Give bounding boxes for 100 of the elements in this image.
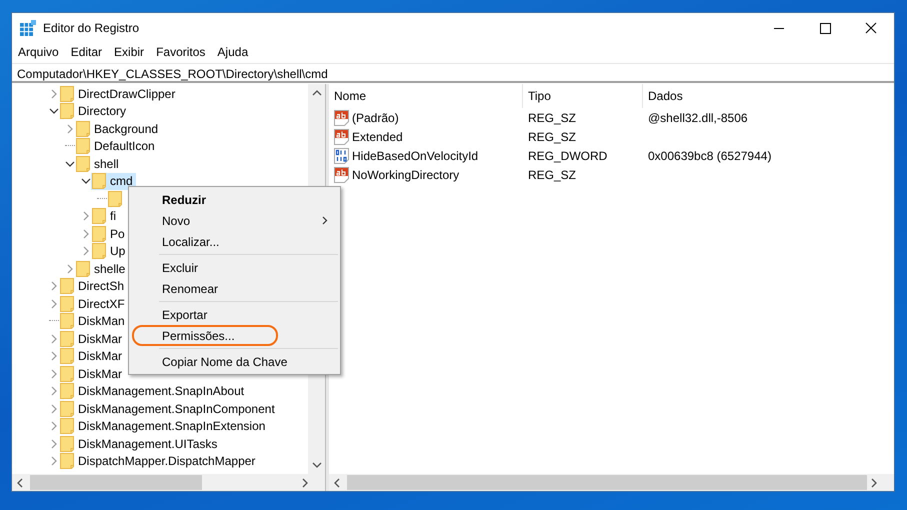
- menu-item[interactable]: Ajuda: [217, 45, 248, 59]
- chevron-right-icon[interactable]: [49, 368, 59, 379]
- horizontal-scrollbar[interactable]: [329, 474, 894, 491]
- tree-item[interactable]: DiskManagement.SnapInComponent: [59, 400, 278, 418]
- scroll-up-icon[interactable]: [312, 89, 322, 97]
- value-name[interactable]: (Padrão): [352, 110, 399, 124]
- chevron-right-icon[interactable]: [49, 456, 59, 466]
- folder-icon: [92, 226, 106, 242]
- string-value-icon: [334, 166, 350, 182]
- chevron-right-icon[interactable]: [81, 211, 91, 222]
- tree-item[interactable]: Directory: [59, 102, 130, 120]
- menu-item[interactable]: Reduzir: [129, 189, 340, 210]
- folder-icon: [60, 400, 74, 417]
- chevron-right-icon[interactable]: [49, 404, 59, 414]
- column-header[interactable]: Nome: [329, 84, 523, 108]
- folder-icon: [60, 366, 74, 382]
- folder-icon: [60, 418, 74, 434]
- folder-icon: [60, 436, 74, 452]
- tree-item[interactable]: DiskMan: [59, 312, 128, 330]
- folder-icon: [76, 138, 90, 154]
- folder-icon: [60, 313, 74, 330]
- chevron-right-icon[interactable]: [65, 124, 75, 134]
- tree-item[interactable]: DefaultIcon: [75, 138, 158, 155]
- string-value-icon: [334, 110, 350, 126]
- chevron-down-icon[interactable]: [65, 158, 75, 169]
- menu-item[interactable]: Localizar...: [129, 231, 340, 252]
- tree-item[interactable]: DiskMar: [59, 348, 125, 365]
- folder-icon: [92, 243, 106, 260]
- tree-item[interactable]: DiskManagement.SnapInExtension: [59, 418, 268, 435]
- column-header[interactable]: Dados: [643, 84, 883, 108]
- chevron-right-icon[interactable]: [65, 264, 75, 274]
- scroll-right-icon[interactable]: [870, 478, 878, 488]
- folder-icon: [76, 260, 90, 277]
- value-data: 0x00639bc8 (6527944): [648, 148, 772, 162]
- value-name[interactable]: NoWorkingDirectory: [352, 168, 460, 182]
- tree-item[interactable]: DirectXF: [59, 295, 128, 312]
- scroll-left-icon[interactable]: [333, 478, 341, 488]
- tree-item[interactable]: DiskManagement.UITasks: [59, 435, 220, 452]
- menu-item[interactable]: Favoritos: [156, 45, 206, 59]
- chevron-right-icon[interactable]: [49, 298, 59, 309]
- value-type: REG_SZ: [528, 110, 576, 124]
- tree-item[interactable]: cmd: [91, 172, 136, 190]
- tree-item[interactable]: Po: [91, 225, 128, 242]
- folder-icon: [60, 86, 74, 102]
- value-name[interactable]: Extended: [352, 130, 403, 144]
- scroll-right-icon[interactable]: [301, 478, 309, 488]
- chevron-right-icon[interactable]: [49, 386, 59, 396]
- folder-icon: [60, 453, 74, 470]
- tree-item[interactable]: DirectSh: [59, 278, 128, 295]
- menu-item[interactable]: Copiar Nome da Chave: [129, 351, 340, 372]
- folder-icon: [60, 296, 74, 312]
- tree-item[interactable]: Background: [75, 120, 162, 138]
- tree-item[interactable]: fi: [91, 208, 119, 225]
- menu-item[interactable]: Exibir: [114, 45, 144, 59]
- menu-item[interactable]: Editar: [70, 45, 102, 59]
- folder-icon: [60, 278, 74, 294]
- menu-item[interactable]: Permissões...: [132, 325, 278, 346]
- tree-item[interactable]: DiskManagement.SnapInAbout: [59, 382, 248, 400]
- folder-icon: [76, 156, 90, 172]
- scrollbar-thumb[interactable]: [347, 475, 867, 490]
- tree-item[interactable]: DispatchMapper.DispatchMapper: [59, 452, 258, 470]
- tree-item[interactable]: DiskMar: [59, 330, 125, 348]
- chevron-right-icon[interactable]: [49, 334, 59, 344]
- scroll-left-icon[interactable]: [16, 478, 24, 488]
- chevron-right-icon[interactable]: [81, 246, 91, 256]
- tree-item[interactable]: Up: [91, 242, 128, 260]
- chevron-right-icon[interactable]: [49, 438, 59, 449]
- folder-icon: [60, 103, 74, 120]
- folder-icon: [60, 348, 74, 364]
- menu-item[interactable]: Excluir: [129, 257, 340, 278]
- chevron-right-icon[interactable]: [49, 88, 59, 99]
- value-name[interactable]: HideBasedOnVelocityId: [352, 148, 478, 162]
- chevron-down-icon[interactable]: [81, 176, 91, 186]
- value-type: REG_SZ: [528, 130, 576, 144]
- tree-item[interactable]: DiskMar: [59, 365, 125, 382]
- menu-item[interactable]: Renomear: [129, 278, 340, 299]
- chevron-right-icon[interactable]: [81, 228, 91, 239]
- string-value-icon: [334, 128, 350, 144]
- chevron-right-icon[interactable]: [49, 421, 59, 432]
- column-header[interactable]: Tipo: [523, 84, 643, 108]
- tree-item[interactable]: DirectDrawClipper: [59, 85, 178, 102]
- window-title: Editor do Registro: [43, 21, 140, 35]
- folder-icon: [60, 330, 74, 347]
- menu-item[interactable]: Novo: [129, 210, 340, 231]
- address-field[interactable]: Computador\HKEY_CLASSES_ROOT\Directory\shell\cmd: [12, 63, 894, 83]
- tree-item[interactable]: shell: [75, 155, 122, 172]
- tree-item[interactable]: shelle: [75, 260, 128, 278]
- chevron-right-icon[interactable]: [49, 281, 59, 292]
- menu-item[interactable]: Arquivo: [18, 45, 59, 59]
- registry-icon: [20, 20, 36, 36]
- chevron-down-icon[interactable]: [49, 106, 59, 116]
- chevron-right-icon[interactable]: [49, 351, 59, 362]
- value-type: REG_DWORD: [528, 148, 608, 162]
- binary-value-icon: [334, 148, 350, 164]
- value-type: REG_SZ: [528, 168, 576, 182]
- value-data: @shell32.dll,-8506: [648, 110, 748, 124]
- scrollbar-thumb[interactable]: [30, 475, 202, 490]
- horizontal-scrollbar[interactable]: [12, 474, 325, 491]
- menu-item[interactable]: Exportar: [129, 304, 340, 325]
- scroll-down-icon[interactable]: [312, 461, 322, 469]
